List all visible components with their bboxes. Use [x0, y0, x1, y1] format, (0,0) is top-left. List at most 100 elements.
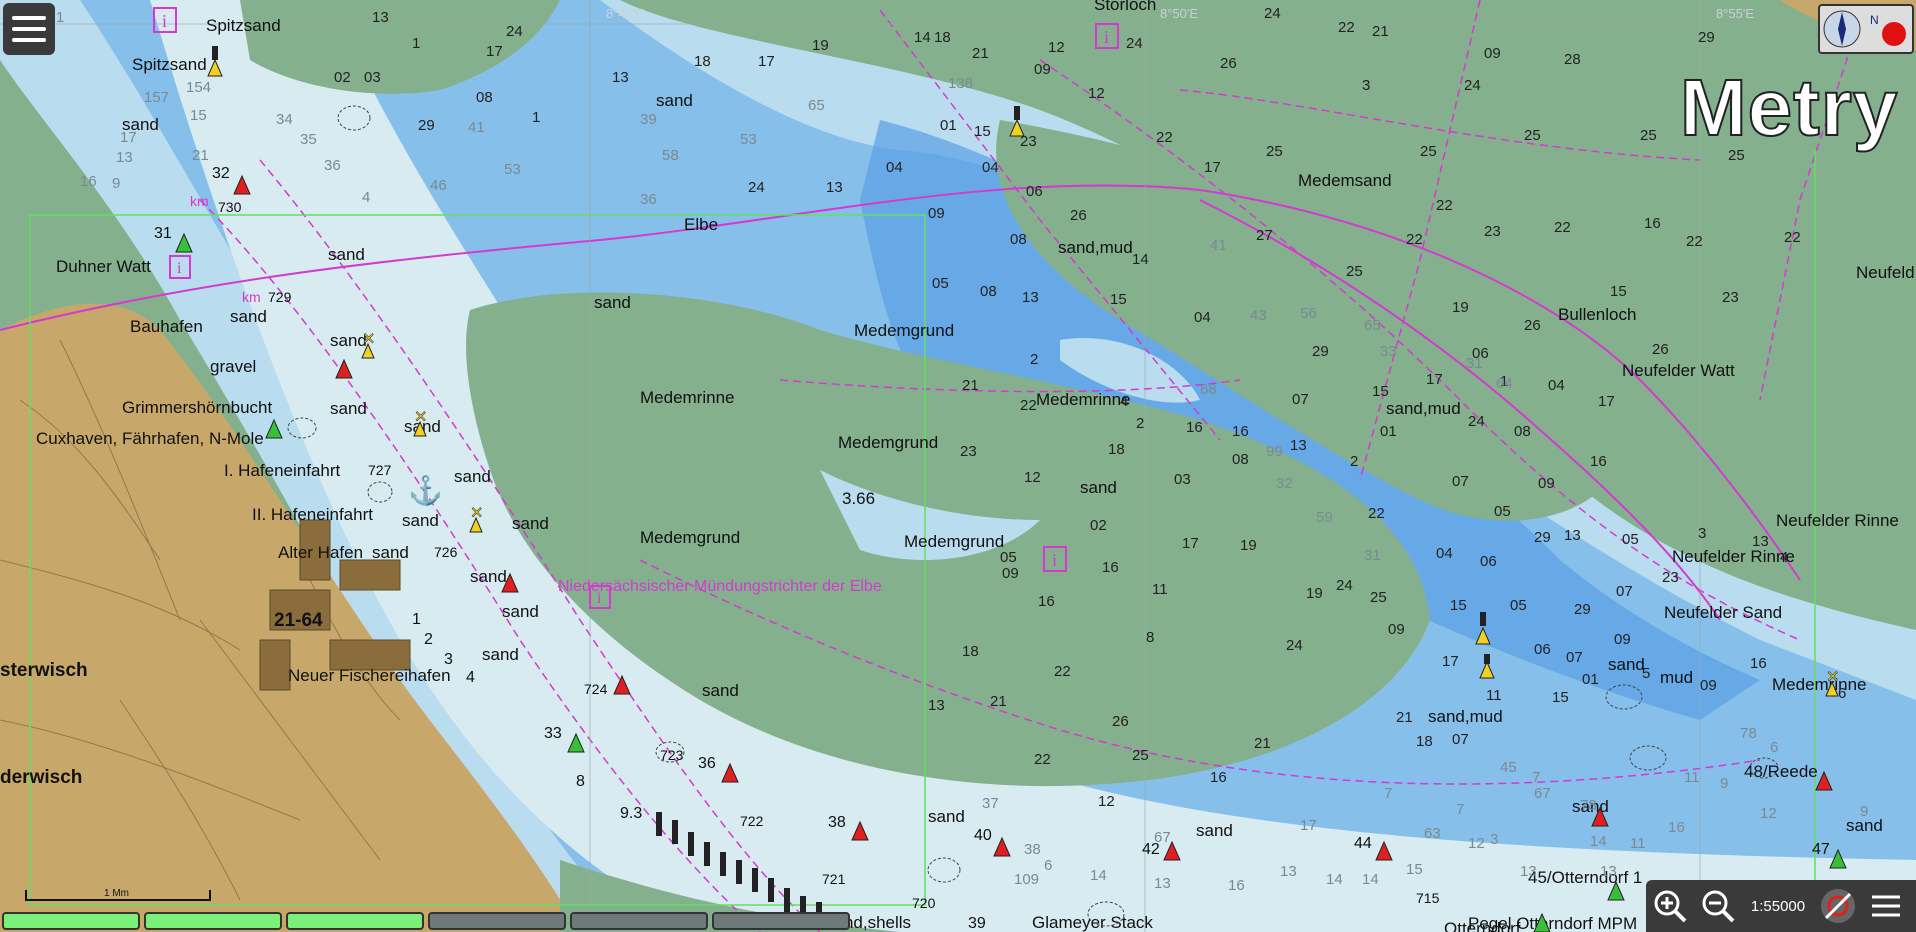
svg-text:04: 04 [1436, 545, 1453, 562]
svg-text:25: 25 [1524, 127, 1541, 144]
svg-text:13: 13 [1564, 527, 1581, 544]
svg-text:22: 22 [1054, 663, 1071, 680]
tab-3[interactable] [286, 912, 424, 930]
svg-text:16: 16 [1668, 819, 1685, 836]
svg-text:i: i [177, 260, 182, 277]
svg-text:12: 12 [1048, 39, 1065, 56]
km-724: 724 [584, 681, 608, 697]
svg-text:26: 26 [1524, 317, 1541, 334]
svg-text:9: 9 [112, 175, 120, 192]
svg-text:18: 18 [1416, 733, 1433, 750]
layers-menu-button[interactable] [1862, 882, 1910, 930]
svg-text:25: 25 [1640, 127, 1657, 144]
seabed-sand: sand [372, 543, 409, 562]
svg-text:34: 34 [276, 111, 293, 128]
tab-2[interactable] [144, 912, 282, 930]
tab-1[interactable] [2, 912, 140, 930]
svg-text:16: 16 [1186, 419, 1203, 436]
compass-icon [1823, 10, 1861, 48]
svg-text:26: 26 [1070, 207, 1087, 224]
svg-text:05: 05 [1494, 503, 1511, 520]
svg-text:12: 12 [1760, 805, 1777, 822]
svg-text:29: 29 [1312, 343, 1329, 360]
svg-text:8: 8 [1146, 629, 1154, 646]
svg-text:24: 24 [1336, 577, 1353, 594]
svg-text:67: 67 [1154, 829, 1171, 846]
svg-text:03: 03 [364, 69, 381, 86]
place-lederwisch: derwisch [0, 767, 82, 788]
svg-text:36: 36 [324, 157, 341, 174]
svg-text:09: 09 [1700, 677, 1717, 694]
svg-text:17: 17 [1426, 371, 1443, 388]
svg-text:38: 38 [1024, 841, 1041, 858]
svg-text:01: 01 [1380, 423, 1397, 440]
buoy-38: 38 [828, 814, 846, 831]
svg-text:18: 18 [694, 53, 711, 70]
grid-label-lon-2: 8°55'E [1716, 6, 1754, 21]
svg-text:05: 05 [1000, 549, 1017, 566]
tab-5[interactable] [570, 912, 708, 930]
svg-text:06: 06 [1534, 641, 1551, 658]
tab-6[interactable] [712, 912, 850, 930]
seabed-sand-mud: sand,mud [1058, 238, 1133, 257]
watermark-logo: Metry [1679, 62, 1899, 153]
svg-text:13: 13 [1600, 863, 1617, 880]
buoy-8: 8 [576, 773, 585, 790]
svg-text:22: 22 [1406, 231, 1423, 248]
svg-text:09: 09 [1538, 475, 1555, 492]
svg-text:2: 2 [1136, 415, 1144, 432]
menu-button[interactable] [3, 3, 55, 55]
svg-text:24: 24 [1286, 637, 1303, 654]
svg-text:67: 67 [1534, 785, 1551, 802]
seabed-sand: sand [482, 645, 519, 664]
svg-text:15: 15 [1406, 861, 1423, 878]
nautical-chart[interactable]: 8°45'E 8°50'E 8°55'E Spitzsand Spitzsand… [0, 0, 1916, 932]
svg-text:14: 14 [1590, 833, 1607, 850]
svg-text:25: 25 [1420, 143, 1437, 160]
svg-text:09: 09 [1388, 621, 1405, 638]
svg-text:05: 05 [932, 275, 949, 292]
compass-widget[interactable]: N [1818, 4, 1914, 54]
svg-text:109: 109 [1014, 871, 1039, 888]
svg-text:15: 15 [1110, 291, 1127, 308]
svg-text:21: 21 [962, 377, 979, 394]
svg-text:154: 154 [186, 79, 211, 96]
svg-text:21: 21 [1254, 735, 1271, 752]
svg-text:46: 46 [430, 177, 447, 194]
place-neufelder-rinne: Neufelder Rinne [1776, 511, 1899, 530]
svg-text:16: 16 [1750, 655, 1767, 672]
record-icon[interactable] [1882, 22, 1906, 46]
svg-text:3: 3 [1362, 77, 1370, 94]
navigate-button[interactable] [1814, 882, 1862, 930]
svg-text:06: 06 [1026, 183, 1043, 200]
svg-text:2: 2 [1350, 453, 1358, 470]
svg-text:43: 43 [1250, 307, 1267, 324]
buoy-1: 1 [412, 611, 421, 628]
svg-text:16: 16 [1102, 559, 1119, 576]
place-medemgrund-4: Medemgrund [904, 532, 1004, 551]
place-cuxhaven: Cuxhaven, Fährhafen, N-Mole [36, 429, 264, 448]
svg-text:24: 24 [1464, 77, 1481, 94]
place-osterwisch: sterwisch [0, 660, 88, 681]
svg-text:2: 2 [1030, 351, 1038, 368]
zoom-out-button[interactable] [1694, 882, 1742, 930]
svg-text:1: 1 [56, 9, 64, 26]
svg-text:26: 26 [1112, 713, 1129, 730]
scale-bar-label: 1 Mm [104, 888, 129, 899]
buoy-40: 40 [974, 827, 992, 844]
scale-readout[interactable]: 1:55000 [1742, 898, 1814, 915]
tab-4[interactable] [428, 912, 566, 930]
svg-text:21: 21 [1396, 709, 1413, 726]
svg-text:13: 13 [1520, 863, 1537, 880]
svg-text:138: 138 [948, 75, 973, 92]
svg-text:29: 29 [1698, 29, 1715, 46]
svg-text:26: 26 [1220, 55, 1237, 72]
svg-text:3: 3 [1490, 831, 1498, 848]
svg-text:22: 22 [1156, 129, 1173, 146]
svg-text:6: 6 [1838, 685, 1846, 702]
grid-label-lon-1: 8°45'E [606, 6, 644, 21]
svg-text:41: 41 [1210, 237, 1227, 254]
svg-text:14: 14 [1132, 251, 1149, 268]
anchor-icon: ⚓ [408, 474, 443, 507]
zoom-in-button[interactable] [1646, 882, 1694, 930]
